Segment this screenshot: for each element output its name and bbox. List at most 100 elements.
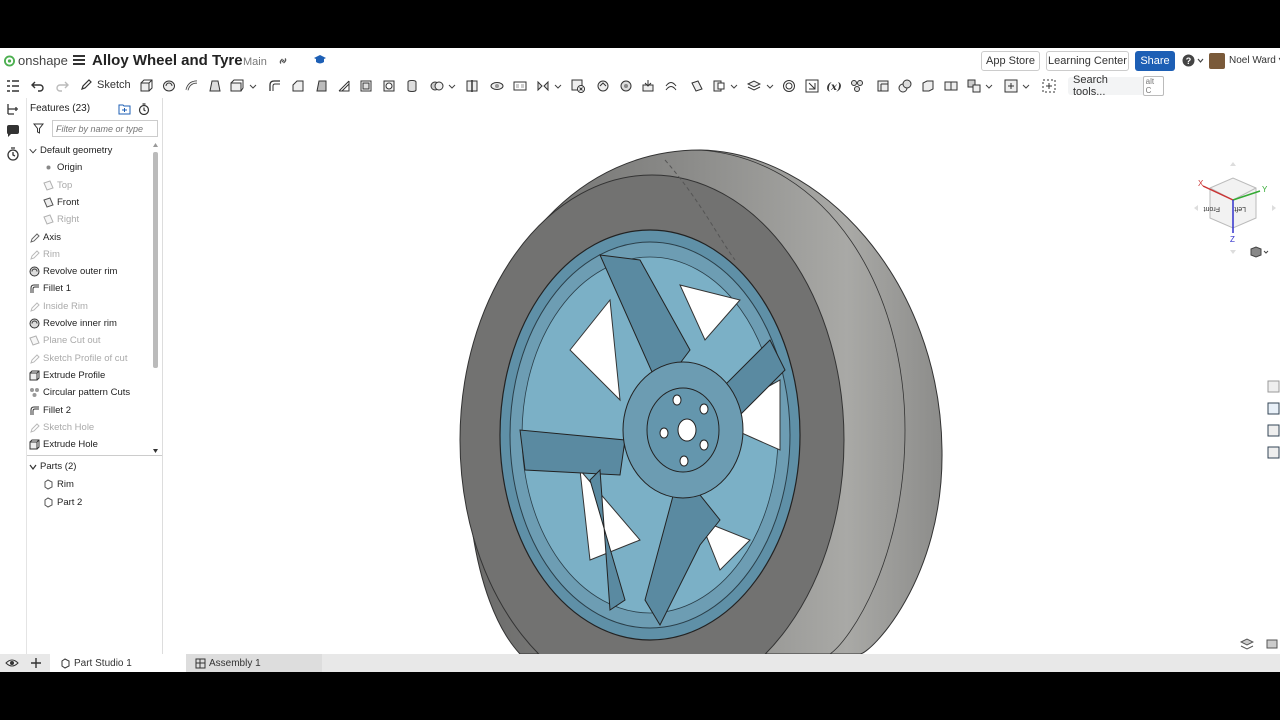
view-cube-front[interactable]: Front <box>1204 205 1220 212</box>
chevron-down-icon[interactable] <box>249 79 257 93</box>
feature-item[interactable]: Revolve inner rim <box>29 315 117 332</box>
boolean-icon[interactable] <box>430 79 444 93</box>
mate-connector-icon[interactable] <box>712 79 726 93</box>
appearance-icon[interactable] <box>1265 378 1280 394</box>
replace-face-icon[interactable] <box>641 79 655 93</box>
rib-icon[interactable] <box>337 79 351 93</box>
offset-surface-icon[interactable] <box>664 79 678 93</box>
learning-center-button[interactable]: Learning Center <box>1046 51 1129 71</box>
redo-icon[interactable] <box>55 79 69 93</box>
feature-item[interactable]: Plane Cut out <box>29 332 101 349</box>
parts-header[interactable]: Parts (2) <box>29 458 76 475</box>
user-name[interactable]: Noel Ward ▾ <box>1229 55 1280 66</box>
draft-icon[interactable] <box>314 79 328 93</box>
part-item[interactable]: Part 2 <box>43 494 82 511</box>
move-face-icon[interactable] <box>619 79 633 93</box>
feature-item[interactable]: Origin <box>43 159 82 176</box>
feature-item[interactable]: Front <box>43 194 79 211</box>
share-button[interactable]: Share <box>1135 51 1175 71</box>
help-menu[interactable]: ? <box>1182 54 1204 67</box>
thicken-icon[interactable] <box>230 79 244 93</box>
view-cube[interactable]: Front Left X Y Z <box>1188 158 1278 258</box>
hole-icon[interactable] <box>382 79 396 93</box>
transform-icon[interactable] <box>490 79 504 93</box>
feature-item[interactable]: Fillet 1 <box>29 280 71 297</box>
chevron-down-icon[interactable] <box>1022 79 1030 93</box>
sheet-metal-icon[interactable] <box>876 79 890 93</box>
cylinder-icon[interactable] <box>405 79 419 93</box>
variable-icon[interactable]: (x) <box>827 79 841 93</box>
scroll-down-icon[interactable] <box>152 448 159 454</box>
part-item[interactable]: Rim <box>43 476 74 493</box>
rollback-timer-icon[interactable] <box>138 103 150 115</box>
revolve-icon[interactable] <box>162 79 176 93</box>
link-icon[interactable] <box>277 55 289 67</box>
plane-icon[interactable] <box>690 79 704 93</box>
feature-item[interactable]: Inside Rim <box>29 298 88 315</box>
section-view-icon[interactable] <box>1265 638 1279 650</box>
delete-part-icon[interactable] <box>571 79 585 93</box>
document-title[interactable]: Alloy Wheel and Tyre <box>92 52 243 69</box>
tab-part-studio[interactable]: Part Studio 1 <box>50 654 186 672</box>
measure-icon[interactable] <box>805 79 819 93</box>
frame-icon[interactable] <box>850 79 864 93</box>
scroll-up-icon[interactable] <box>152 142 159 148</box>
undo-icon[interactable] <box>31 79 45 93</box>
fillet-icon[interactable] <box>268 79 282 93</box>
feature-list-toggle-icon[interactable] <box>6 79 20 93</box>
sketch-button[interactable]: Sketch <box>80 78 131 91</box>
add-tab-icon[interactable] <box>30 657 42 669</box>
shell-icon[interactable] <box>359 79 373 93</box>
chevron-down-icon[interactable] <box>766 79 774 93</box>
extrude-icon[interactable] <box>139 79 153 93</box>
onshape-logo[interactable]: onshape <box>4 53 68 68</box>
sweep-icon[interactable] <box>185 79 199 93</box>
graphics-viewport[interactable]: Front Left X Y Z <box>163 98 1280 654</box>
view-cube-left[interactable]: Left <box>1234 205 1246 212</box>
feature-item[interactable]: Fillet 2 <box>29 402 71 419</box>
layers-icon[interactable] <box>747 79 761 93</box>
chevron-down-icon[interactable] <box>554 79 562 93</box>
tab-assembly[interactable]: Assembly 1 <box>186 654 322 672</box>
feature-list-scrollbar[interactable] <box>152 142 159 454</box>
document-branch[interactable]: Main <box>243 56 267 68</box>
add-folder-icon[interactable] <box>118 103 131 115</box>
view-options-icon[interactable] <box>1249 246 1269 258</box>
add-custom-feature-icon[interactable] <box>1042 79 1056 93</box>
feature-item[interactable]: Revolve outer rim <box>29 263 117 280</box>
feature-item[interactable]: Extrude Hole <box>29 436 98 453</box>
helix-icon[interactable] <box>782 79 796 93</box>
feature-item[interactable]: Axis <box>29 229 61 246</box>
learning-cap-icon[interactable] <box>313 54 327 66</box>
parts-panel-icon[interactable] <box>1265 400 1280 416</box>
filter-icon[interactable] <box>33 123 44 134</box>
instances-icon[interactable] <box>6 102 20 116</box>
feature-filter-input[interactable] <box>52 120 158 137</box>
pattern-icon[interactable] <box>513 79 527 93</box>
tab-icon[interactable] <box>921 79 935 93</box>
history-icon[interactable] <box>6 147 20 161</box>
search-tools-input[interactable]: Search tools... alt C <box>1068 74 1164 98</box>
feature-item[interactable]: Sketch Profile of cut <box>29 350 127 367</box>
feature-item[interactable]: Top <box>43 177 72 194</box>
chevron-down-icon[interactable] <box>448 79 456 93</box>
chevron-down-icon[interactable] <box>730 79 738 93</box>
chamfer-icon[interactable] <box>291 79 305 93</box>
tab-manager-icon[interactable] <box>5 657 19 669</box>
wheel-model[interactable] <box>163 98 1280 654</box>
loft-icon[interactable] <box>208 79 222 93</box>
app-store-button[interactable]: App Store <box>981 51 1040 71</box>
scrollbar-thumb[interactable] <box>153 152 158 368</box>
bend-icon[interactable] <box>944 79 958 93</box>
document-menu-icon[interactable] <box>73 54 85 66</box>
feature-item[interactable]: Right <box>43 211 79 228</box>
render-mode-icon[interactable] <box>1240 638 1254 650</box>
modify-fillet-icon[interactable] <box>596 79 610 93</box>
chevron-down-icon[interactable] <box>985 79 993 93</box>
feature-item[interactable]: Default geometry <box>29 142 112 159</box>
feature-item[interactable]: Circular pattern Cuts <box>29 384 130 401</box>
feature-item[interactable]: Rim <box>29 246 60 263</box>
comments-icon[interactable] <box>6 124 20 138</box>
mirror-icon[interactable] <box>536 79 550 93</box>
configurations-icon[interactable] <box>1265 422 1280 438</box>
